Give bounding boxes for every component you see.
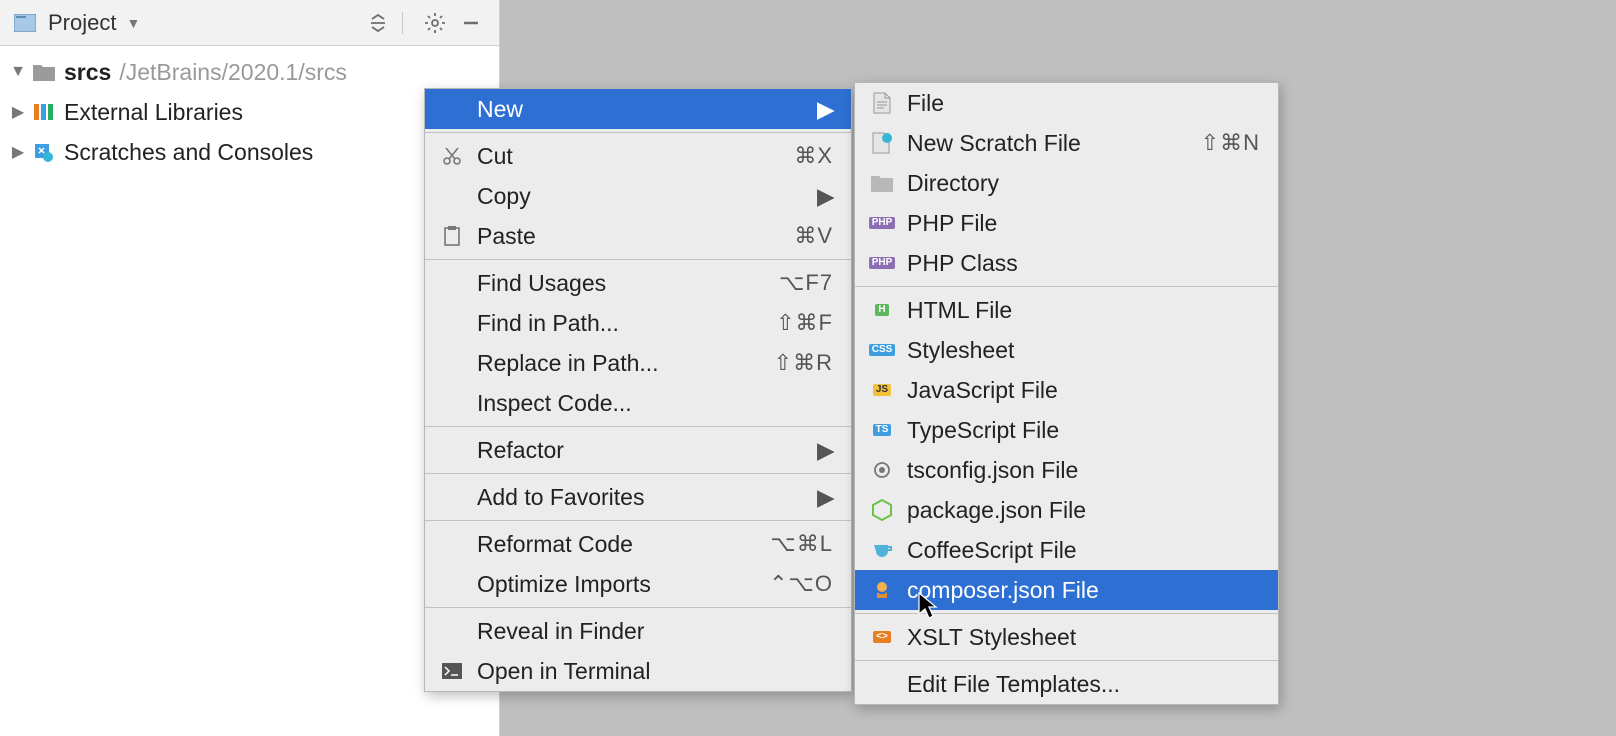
menu-item-edit-file-templates[interactable]: Edit File Templates... bbox=[855, 664, 1278, 704]
menu-item-optimize-imports[interactable]: Optimize Imports ⌃⌥O bbox=[425, 564, 851, 604]
menu-item-directory[interactable]: Directory bbox=[855, 163, 1278, 203]
libraries-icon bbox=[30, 100, 58, 124]
menu-item-replace-in-path[interactable]: Replace in Path... ⇧⌘R bbox=[425, 343, 851, 383]
gear-icon[interactable] bbox=[421, 9, 449, 37]
panel-header: Project ▼ bbox=[0, 0, 499, 46]
menu-separator bbox=[425, 520, 851, 521]
menu-item-add-to-favorites[interactable]: Add to Favorites ▶ bbox=[425, 477, 851, 517]
cut-icon bbox=[437, 144, 467, 168]
php-icon: PHP bbox=[867, 211, 897, 235]
menu-item-paste[interactable]: Paste ⌘V bbox=[425, 216, 851, 256]
blank-icon bbox=[437, 184, 467, 208]
menu-item-open-in-terminal[interactable]: Open in Terminal bbox=[425, 651, 851, 691]
coffee-icon bbox=[867, 538, 897, 562]
menu-item-reveal-in-finder[interactable]: Reveal in Finder bbox=[425, 611, 851, 651]
ts-icon: TS bbox=[867, 418, 897, 442]
tsconfig-icon bbox=[867, 458, 897, 482]
node-icon bbox=[867, 498, 897, 522]
menu-item-stylesheet[interactable]: CSS Stylesheet bbox=[855, 330, 1278, 370]
menu-item-cut[interactable]: Cut ⌘X bbox=[425, 136, 851, 176]
menu-item-file[interactable]: File bbox=[855, 83, 1278, 123]
menu-item-refactor[interactable]: Refactor ▶ bbox=[425, 430, 851, 470]
menu-item-scratch-file[interactable]: New Scratch File ⇧⌘N bbox=[855, 123, 1278, 163]
scratches-icon bbox=[30, 140, 58, 164]
menu-item-inspect-code[interactable]: Inspect Code... bbox=[425, 383, 851, 423]
menu-item-find-in-path[interactable]: Find in Path... ⇧⌘F bbox=[425, 303, 851, 343]
chevron-down-icon[interactable]: ▼ bbox=[126, 15, 140, 31]
menu-separator bbox=[855, 286, 1278, 287]
menu-separator bbox=[425, 259, 851, 260]
tree-root-label: srcs bbox=[64, 59, 111, 86]
menu-separator bbox=[425, 426, 851, 427]
minimize-icon[interactable] bbox=[457, 9, 485, 37]
menu-item-tsconfig-file[interactable]: tsconfig.json File bbox=[855, 450, 1278, 490]
php-icon: PHP bbox=[867, 251, 897, 275]
chevron-right-icon[interactable]: ▶ bbox=[6, 102, 30, 122]
menu-item-xslt-stylesheet[interactable]: <> XSLT Stylesheet bbox=[855, 617, 1278, 657]
menu-item-php-class[interactable]: PHP PHP Class bbox=[855, 243, 1278, 283]
menu-separator bbox=[855, 613, 1278, 614]
css-icon: CSS bbox=[867, 338, 897, 362]
menu-separator bbox=[425, 473, 851, 474]
tree-root-path: /JetBrains/2020.1/srcs bbox=[119, 59, 347, 86]
chevron-right-icon: ▶ bbox=[817, 484, 833, 511]
file-icon bbox=[867, 91, 897, 115]
collapse-icon[interactable] bbox=[364, 9, 392, 37]
project-icon bbox=[14, 13, 38, 33]
menu-item-composer-json-file[interactable]: composer.json File bbox=[855, 570, 1278, 610]
chevron-right-icon: ▶ bbox=[817, 437, 833, 464]
menu-item-new[interactable]: New ▶ bbox=[425, 89, 851, 129]
context-menu: New ▶ Cut ⌘X Copy ▶ Paste ⌘V Find Usages… bbox=[424, 88, 852, 692]
js-icon: JS bbox=[867, 378, 897, 402]
composer-icon bbox=[867, 578, 897, 602]
new-submenu: File New Scratch File ⇧⌘N Directory PHP … bbox=[854, 82, 1279, 705]
folder-icon bbox=[867, 171, 897, 195]
chevron-right-icon[interactable]: ▶ bbox=[6, 142, 30, 162]
folder-icon bbox=[30, 60, 58, 84]
menu-item-html-file[interactable]: H HTML File bbox=[855, 290, 1278, 330]
tree-root[interactable]: ▼ srcs /JetBrains/2020.1/srcs bbox=[0, 52, 499, 92]
menu-separator bbox=[425, 132, 851, 133]
menu-item-php-file[interactable]: PHP PHP File bbox=[855, 203, 1278, 243]
menu-item-javascript-file[interactable]: JS JavaScript File bbox=[855, 370, 1278, 410]
paste-icon bbox=[437, 224, 467, 248]
xslt-icon: <> bbox=[867, 625, 897, 649]
tree-ext-lib-label: External Libraries bbox=[64, 99, 243, 126]
html-icon: H bbox=[867, 298, 897, 322]
menu-item-coffeescript-file[interactable]: CoffeeScript File bbox=[855, 530, 1278, 570]
blank-icon bbox=[437, 97, 467, 121]
menu-item-find-usages[interactable]: Find Usages ⌥F7 bbox=[425, 263, 851, 303]
chevron-down-icon[interactable]: ▼ bbox=[6, 63, 30, 81]
chevron-right-icon: ▶ bbox=[817, 183, 833, 210]
tree-scratches-label: Scratches and Consoles bbox=[64, 139, 313, 166]
menu-separator bbox=[855, 660, 1278, 661]
menu-separator bbox=[425, 607, 851, 608]
menu-item-copy[interactable]: Copy ▶ bbox=[425, 176, 851, 216]
terminal-icon bbox=[437, 659, 467, 683]
menu-item-package-json-file[interactable]: package.json File bbox=[855, 490, 1278, 530]
panel-title[interactable]: Project bbox=[48, 10, 116, 36]
divider bbox=[402, 12, 403, 34]
menu-item-typescript-file[interactable]: TS TypeScript File bbox=[855, 410, 1278, 450]
scratch-file-icon bbox=[867, 131, 897, 155]
chevron-right-icon: ▶ bbox=[817, 96, 833, 123]
menu-item-reformat-code[interactable]: Reformat Code ⌥⌘L bbox=[425, 524, 851, 564]
